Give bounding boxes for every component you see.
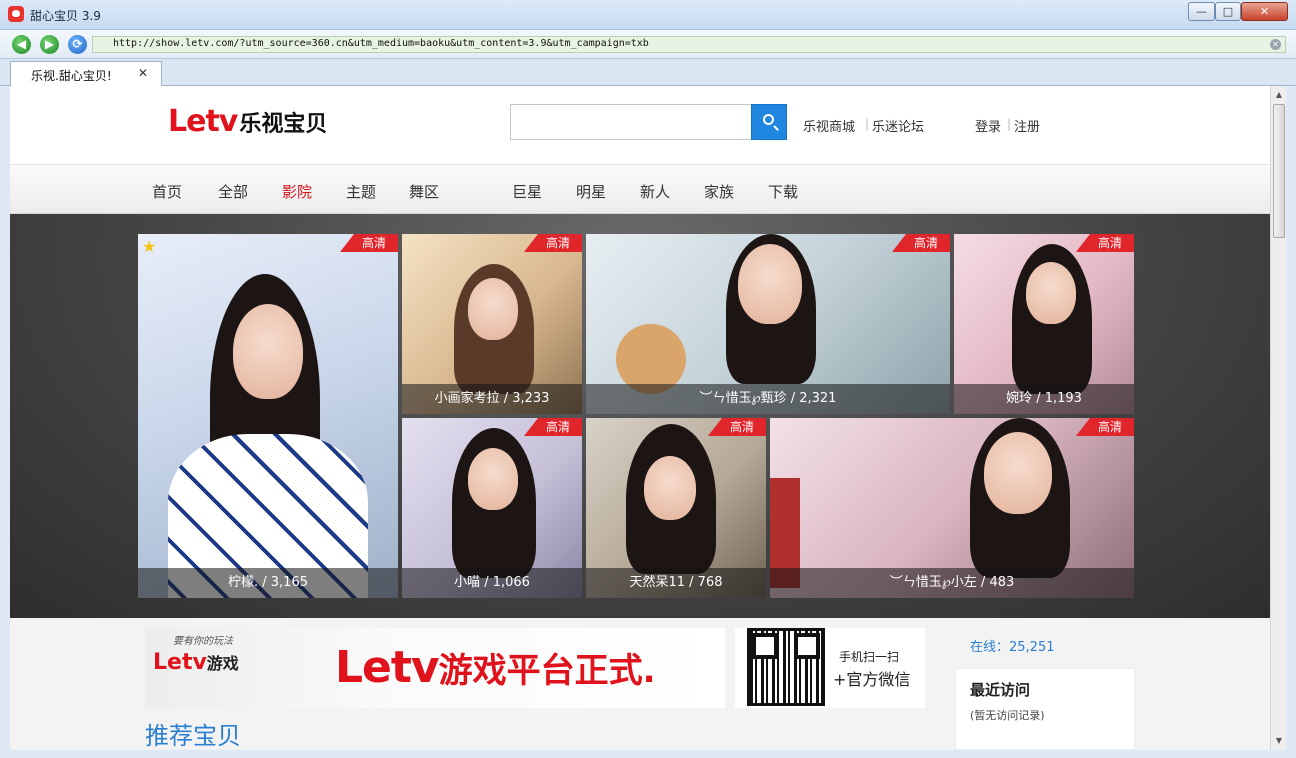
vertical-scrollbar[interactable]: ▲ ▼ [1270,86,1286,750]
featured-tile[interactable]: 高清 天然呆11 / 768 [586,418,766,598]
link-shop[interactable]: 乐视商城 [803,116,855,135]
back-arrow-icon[interactable]: ◀ [12,35,31,54]
featured-tile[interactable]: 高清 ︶ㄣ惜玉℘甄珍 / 2,321 [586,234,950,414]
tile-face [644,456,696,520]
featured-tile[interactable]: 高清 婉玲 / 1,193 [954,234,1134,414]
tab-close-icon[interactable]: ✕ [138,66,148,80]
banner-tagline: 要有你的玩法 [173,636,233,647]
scrollbar-thumb[interactable] [1273,104,1285,238]
category-nav: 首页 全部 影院 主题 舞区 巨星 明星 新人 家族 下载 [10,164,1270,214]
scroll-up-icon[interactable]: ▲ [1273,88,1285,102]
recent-visits-title: 最近访问 [970,681,1031,699]
featured-tile[interactable]: 高清 小喵 / 1,066 [402,418,582,598]
page-viewport: Letv乐视宝贝 乐视商城 | 乐迷论坛 登录 | 注册 首页 全部 影院 主题… [10,86,1270,750]
address-bar[interactable]: http://show.letv.com/?utm_source=360.cn&… [92,36,1286,53]
tile-caption: ︶ㄣ惜玉℘小左 / 483 [770,568,1134,598]
register-link[interactable]: 注册 [1014,116,1040,135]
tile-face [233,304,303,399]
star-icon: ★ [142,237,157,256]
banner-headline: Letv游戏平台正式. [335,642,656,693]
link-separator: | [865,117,870,131]
tab-active[interactable]: 乐视.甜心宝贝! ✕ [10,61,162,86]
address-url[interactable]: http://show.letv.com/?utm_source=360.cn&… [113,38,649,49]
tile-face [468,278,518,340]
tile-face [468,448,518,510]
window-title: 甜心宝贝 3.9 [30,9,101,23]
refresh-icon[interactable]: ⟳ [68,35,87,54]
window-titlebar: 甜心宝贝 3.9 — □ ✕ [0,0,1296,30]
scroll-down-icon[interactable]: ▼ [1273,734,1285,748]
tile-caption: 天然呆11 / 768 [586,568,766,598]
qr-code-icon [747,628,825,706]
qr-wechat-text: +官方微信 [833,670,911,689]
search-icon [763,114,774,125]
search-input[interactable] [510,104,752,140]
nav-cinema[interactable]: 影院 [282,181,312,202]
nav-family[interactable]: 家族 [704,181,734,202]
featured-tile[interactable]: 高清 ︶ㄣ惜玉℘小左 / 483 [770,418,1134,598]
banner-big-cn: 游戏平台正式. [438,651,656,691]
banner-big-en: Letv [335,642,440,693]
online-count: 在线：25,251 [970,640,1055,655]
maximize-button[interactable]: □ [1215,2,1241,21]
nav-superstar[interactable]: 巨星 [512,181,542,202]
tile-face [984,432,1052,514]
nav-download[interactable]: 下载 [768,181,798,202]
wechat-qr-panel[interactable]: 手机扫一扫 +官方微信 [735,628,925,708]
nav-dance[interactable]: 舞区 [409,181,439,202]
tile-face [738,244,802,324]
app-logo-icon [8,6,24,22]
game-banner[interactable]: 要有你的玩法 Letv游戏 Letv游戏平台正式. [145,628,725,708]
recent-visits-box: 最近访问 (暂无访问记录) [955,668,1135,750]
nav-theme[interactable]: 主题 [346,181,376,202]
featured-tile[interactable]: ★ 高清 柠檬. / 3,165 [138,234,398,598]
minimize-button[interactable]: — [1188,2,1215,21]
tile-caption: 婉玲 / 1,193 [954,384,1134,414]
recent-visits-empty: (暂无访问记录) [970,709,1045,722]
featured-stage: ★ 高清 柠檬. / 3,165 高清 小画家考拉 / 3,233 高清 ︶ㄣ惜… [10,214,1270,618]
recommended-title: 推荐宝贝 [145,722,241,750]
site-logo[interactable]: Letv乐视宝贝 [168,104,328,139]
nav-all[interactable]: 全部 [218,181,248,202]
tile-face [1026,262,1076,324]
search-button[interactable] [751,104,787,140]
clear-url-icon[interactable]: ✕ [1270,39,1281,50]
banner-small-cn: 游戏 [206,654,239,673]
nav-newcomer[interactable]: 新人 [640,181,670,202]
logo-letv: Letv [168,104,238,139]
tile-caption: 小喵 / 1,066 [402,568,582,598]
qr-scan-text: 手机扫一扫 [839,650,900,664]
tab-label[interactable]: 乐视.甜心宝贝! [31,67,112,84]
tile-caption: 小画家考拉 / 3,233 [402,384,582,414]
tab-bar: 乐视.甜心宝贝! ✕ [0,59,1296,86]
tile-caption: 柠檬. / 3,165 [138,568,398,598]
tile-caption: ︶ㄣ惜玉℘甄珍 / 2,321 [586,384,950,414]
featured-tile[interactable]: 高清 小画家考拉 / 3,233 [402,234,582,414]
close-window-button[interactable]: ✕ [1241,2,1288,21]
link-forum[interactable]: 乐迷论坛 [872,116,924,135]
login-link[interactable]: 登录 [975,116,1001,135]
nav-star[interactable]: 明星 [576,181,606,202]
logo-baobei: 乐视宝贝 [239,112,328,137]
login-separator: | [1007,117,1012,131]
forward-arrow-icon[interactable]: ▶ [40,35,59,54]
banner-small-logo: Letv游戏 [153,650,239,675]
banner-small-en: Letv [153,650,207,675]
nav-home[interactable]: 首页 [152,181,182,202]
